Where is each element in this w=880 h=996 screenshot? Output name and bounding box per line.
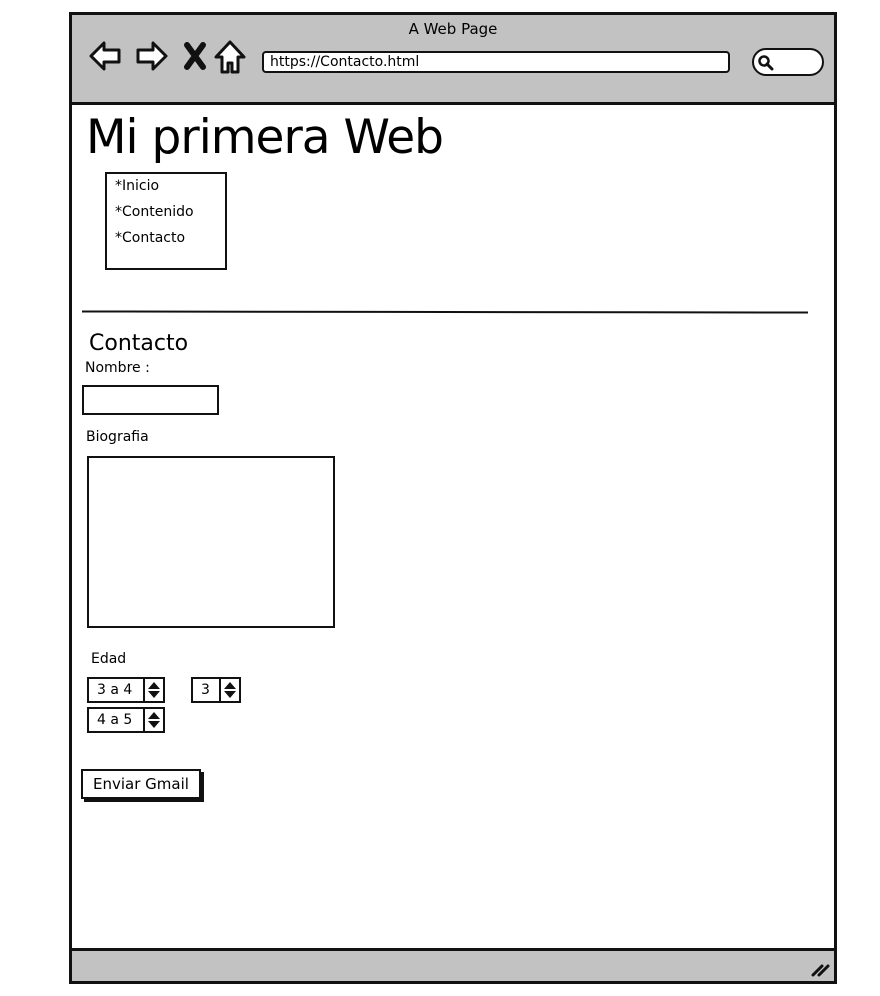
send-gmail-button[interactable]: Enviar Gmail xyxy=(81,769,201,799)
nav-menu: *Inicio *Contenido *Contacto xyxy=(105,172,227,270)
browser-toolbar: A Web Page https://Contacto.html xyxy=(72,15,834,105)
section-title: Contacto xyxy=(89,331,189,356)
bio-label: Biografia xyxy=(86,429,149,445)
up-down-arrows-icon[interactable] xyxy=(143,709,163,731)
nav-item-contenido[interactable]: *Contenido xyxy=(115,204,194,220)
age-stepper-4-a-5[interactable]: 4 a 5 xyxy=(87,707,165,733)
search-field[interactable] xyxy=(752,48,824,76)
forward-arrow-icon[interactable] xyxy=(135,39,169,73)
browser-window: A Web Page https://Contacto.html Mi prim… xyxy=(69,12,837,984)
up-down-arrows-icon[interactable] xyxy=(143,679,163,701)
age-label: Edad xyxy=(91,651,127,667)
address-bar[interactable]: https://Contacto.html xyxy=(262,51,730,73)
age-stepper-3-a-4[interactable]: 3 a 4 xyxy=(87,677,165,703)
nav-item-inicio[interactable]: *Inicio xyxy=(115,178,159,194)
divider xyxy=(81,310,809,314)
stepper-value: 4 a 5 xyxy=(97,712,133,728)
stop-icon[interactable] xyxy=(182,39,208,73)
nav-item-contacto[interactable]: *Contacto xyxy=(115,230,185,246)
resize-handle-icon[interactable] xyxy=(809,960,831,978)
back-arrow-icon[interactable] xyxy=(88,39,122,73)
up-down-arrows-icon[interactable] xyxy=(219,679,239,701)
age-stepper-3[interactable]: 3 xyxy=(191,677,241,703)
name-label: Nombre : xyxy=(85,360,150,376)
status-bar xyxy=(72,948,834,981)
bio-textarea[interactable] xyxy=(87,456,335,628)
home-icon[interactable] xyxy=(214,39,246,75)
stepper-value: 3 a 4 xyxy=(97,682,133,698)
window-title: A Web Page xyxy=(408,20,498,38)
name-input[interactable] xyxy=(82,385,219,415)
page-title: Mi primera Web xyxy=(86,110,444,165)
stepper-value: 3 xyxy=(201,682,210,698)
page-content: Mi primera Web *Inicio *Contenido *Conta… xyxy=(72,105,834,949)
search-icon xyxy=(758,55,774,71)
